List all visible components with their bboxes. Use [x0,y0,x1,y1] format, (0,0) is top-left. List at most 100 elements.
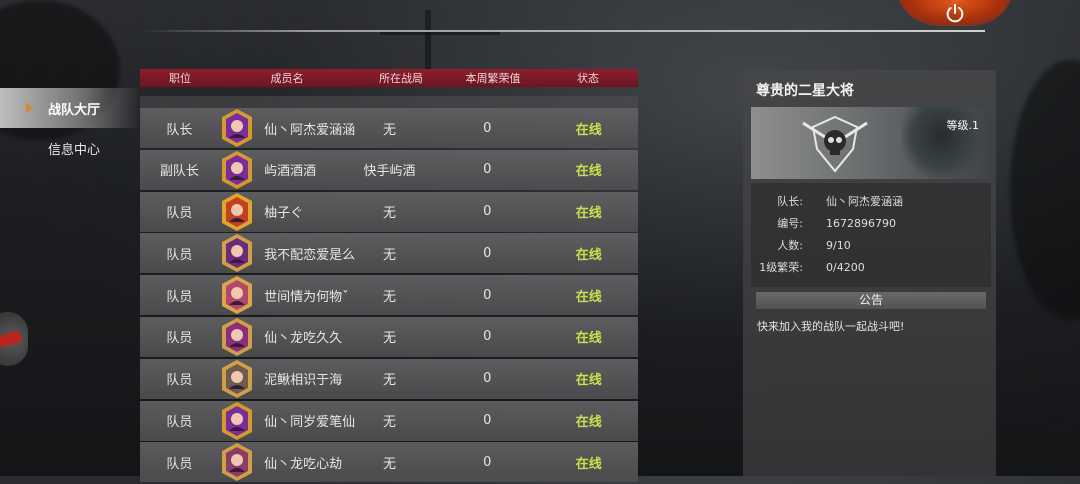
member-role: 队员 [166,456,193,472]
member-game: 无 [383,331,397,347]
table-row[interactable]: 队员 我不配恋爱是么无 0 在线 [140,233,638,274]
avatar-frame-icon [221,150,252,189]
sidebar-item-label: 战队大厅 [48,102,101,118]
header-role: 职位 [169,72,191,85]
member-prosperity: 0 [483,120,492,136]
power-button[interactable] [896,0,1014,26]
member-prosperity: 0 [483,371,492,387]
avatar-frame-icon [221,192,252,231]
avatar-frame-icon [221,443,252,482]
table-row[interactable]: 队员 泥鳅相识于海无 0 在线 [140,358,638,399]
member-game: 无 [383,247,397,263]
table-row[interactable]: 队员 仙丶同岁爱笔仙无 0 在线 [140,400,638,441]
member-game: 无 [383,206,397,222]
table-row[interactable]: 队员 仙丶龙吃久久无 0 在线 [140,316,638,357]
power-icon [946,3,964,23]
avatar-frame-icon [221,317,252,356]
member-status: 在线 [575,289,602,305]
member-game: 快手屿酒 [363,164,416,180]
header-member-name: 成员名 [270,72,304,85]
stat-value: 1672896790 [826,216,896,230]
avatar-frame-icon [221,109,252,147]
member-status: 在线 [575,164,602,180]
member-prosperity: 0 [483,454,492,470]
notice-text: 快来加入我的战队一起战斗吧! [757,320,905,333]
member-game: 无 [383,289,397,305]
stat-row-members: 人数: 9/10 [751,234,991,256]
member-role: 队长 [166,122,193,138]
member-status: 在线 [575,331,602,347]
member-prosperity: 0 [483,162,492,178]
stat-row-prosperity: 1级繁荣: 0/4200 [751,256,991,278]
stat-key: 编号: [777,217,803,230]
notice-header: 公告 [756,292,986,309]
member-avatar[interactable] [219,275,258,315]
member-prosperity: 0 [483,287,492,303]
member-avatar[interactable] [219,317,258,357]
avatar-frame-icon [221,276,252,315]
member-status: 在线 [575,373,602,389]
table-row[interactable]: 队员 世间情为何物ˇ 无 0 在线 [140,275,638,316]
member-avatar[interactable] [219,233,258,273]
member-avatar[interactable] [219,192,258,232]
table-row[interactable]: 队员 柚子ぐ无 0 在线 [140,191,638,232]
team-info-panel: 尊贵的二星大将 等级.1 队长: 仙丶阿杰爱涵涵 编号: 1672896790 … [743,70,996,476]
sidebar: 战队大厅 信息中心 [0,88,140,168]
stat-row-leader: 队长: 仙丶阿杰爱涵涵 [751,190,991,212]
stat-row-id: 编号: 1672896790 [751,212,991,234]
member-prosperity: 0 [483,329,492,345]
member-role: 队员 [166,373,193,389]
level-badge: 等级.1 [946,119,980,132]
member-status: 在线 [575,206,602,222]
member-game: 无 [383,415,397,431]
member-game: 无 [383,456,397,472]
skull-emblem-icon [802,115,868,173]
member-role: 副队长 [159,164,199,180]
stat-value: 9/10 [826,238,851,252]
stat-key: 队长: [777,195,803,208]
table-spacer [140,96,638,108]
table-row[interactable]: 副队长 屿酒酒酒 快手屿酒 0 在线 [140,149,638,190]
member-avatar[interactable] [219,150,258,190]
table-row[interactable]: 队长 仙丶阿杰爱涵涵无 0 在线 [140,108,638,148]
member-role: 队员 [166,247,193,263]
stat-key: 人数: [777,239,803,252]
avatar-frame-icon [221,359,252,398]
background-tree [1010,60,1080,320]
member-avatar[interactable] [219,401,258,441]
header-prosperity: 本周繁荣值 [465,72,521,85]
stat-key: 1级繁荣: [759,261,803,274]
member-status: 在线 [575,122,602,138]
avatar-frame-icon [221,234,252,273]
member-role: 队员 [166,206,193,222]
sidebar-item-info-center[interactable]: 信息中心 [0,128,140,168]
member-status: 在线 [575,247,602,263]
floating-side-button[interactable] [0,312,28,366]
member-avatar[interactable] [219,359,258,399]
member-table-header: 职位 成员名 所在战局 本周繁荣值 状态 [140,69,638,87]
member-role: 队员 [166,415,193,431]
team-title: 尊贵的二星大将 [756,83,854,99]
background-pole [425,10,431,70]
member-prosperity: 0 [483,245,492,261]
table-row[interactable]: 队员 仙丶龙吃心劫无 0 在线 [140,442,638,483]
member-role: 队员 [166,289,193,305]
member-avatar[interactable] [219,108,258,148]
stat-value: 0/4200 [826,260,865,274]
member-status: 在线 [575,456,602,472]
member-table: 队长 仙丶阿杰爱涵涵无 0 在线 副队长 屿酒酒酒 快手屿酒 0 在线 队员 柚子ぐ无 0 在线 队员 我不… [140,96,638,484]
member-game: 无 [383,122,397,138]
member-game: 无 [383,373,397,389]
team-banner: 等级.1 [751,107,991,179]
header-game: 所在战局 [379,72,423,85]
member-role: 队员 [166,331,193,347]
member-avatar[interactable] [219,442,258,482]
member-prosperity: 0 [483,413,492,429]
flag-icon [0,330,23,348]
member-prosperity: 0 [483,204,492,220]
sidebar-item-team-hall[interactable]: 战队大厅 [0,88,140,128]
member-status: 在线 [575,415,602,431]
header-divider [140,30,985,32]
avatar-frame-icon [221,401,252,440]
stat-value: 仙丶阿杰爱涵涵 [826,195,903,208]
